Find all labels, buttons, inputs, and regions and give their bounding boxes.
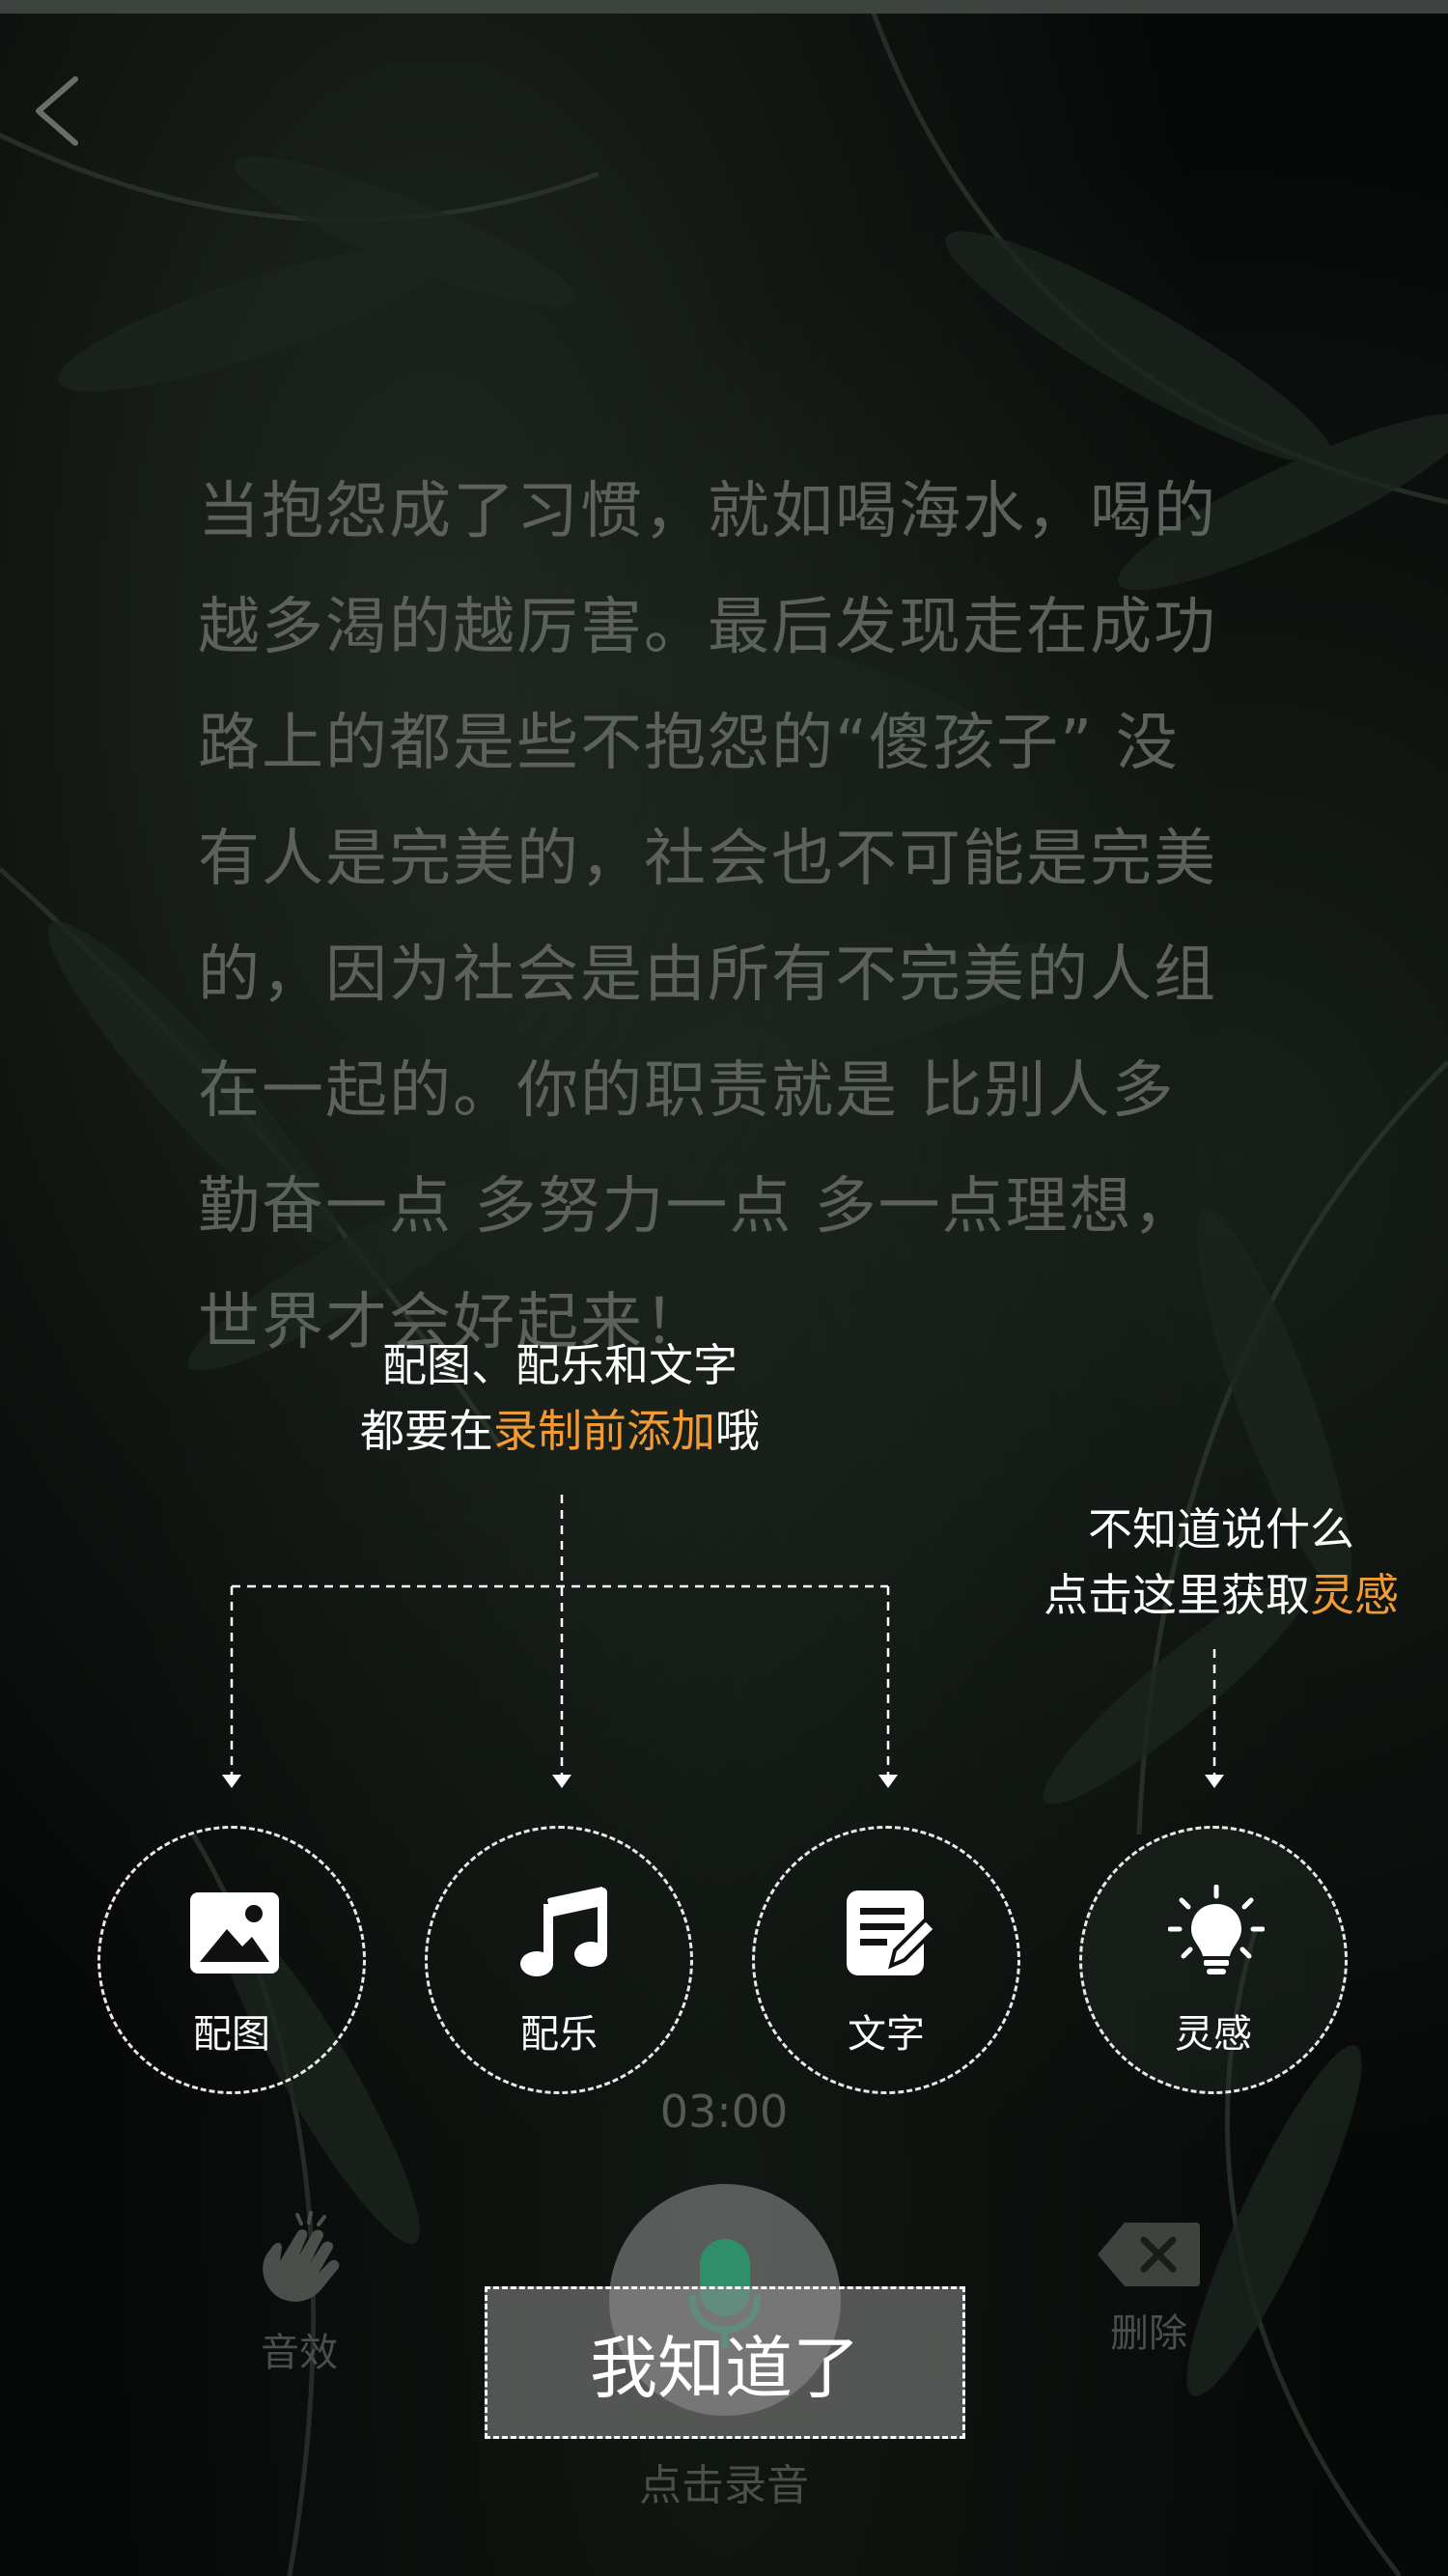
- inspiration-button[interactable]: 灵感: [1079, 1826, 1348, 2094]
- delete-button[interactable]: 删除: [1072, 2221, 1226, 2358]
- got-it-button[interactable]: 我知道了: [485, 2286, 965, 2439]
- record-timer: 03:00: [659, 2086, 789, 2138]
- delete-label: 删除: [1110, 2311, 1187, 2356]
- inspiration-label: 灵感: [1175, 2012, 1252, 2057]
- add-text-button[interactable]: 文字: [752, 1826, 1020, 2094]
- image-icon: [190, 1892, 279, 1974]
- edit-text-icon: [847, 1890, 937, 1975]
- sound-effect-label: 音效: [261, 2331, 338, 2375]
- lightbulb-icon: [1168, 1885, 1265, 1974]
- record-label: 点击录音: [639, 2461, 809, 2510]
- sound-effect-button[interactable]: 音效: [222, 2211, 376, 2377]
- music-note-icon: [520, 1887, 607, 1976]
- add-image-label: 配图: [193, 2012, 270, 2057]
- add-text-label: 文字: [848, 2012, 925, 2057]
- clapping-hands-icon: [263, 2211, 340, 2302]
- add-music-label: 配乐: [520, 2012, 598, 2057]
- add-music-button[interactable]: 配乐: [425, 1826, 693, 2094]
- backspace-icon: [1098, 2223, 1200, 2286]
- add-image-button[interactable]: 配图: [97, 1826, 366, 2094]
